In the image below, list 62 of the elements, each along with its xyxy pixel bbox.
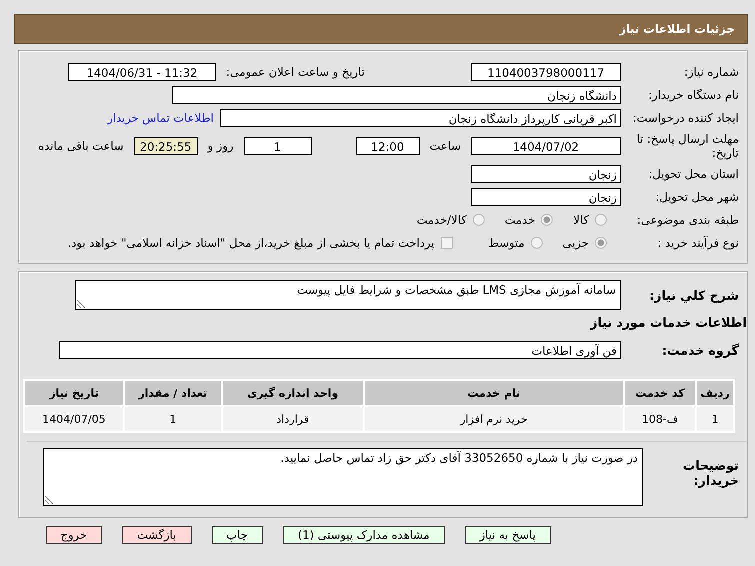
table-cell: خرید نرم افزار bbox=[365, 407, 623, 431]
text-field[interactable]: زنجان bbox=[471, 165, 621, 183]
action-button[interactable]: پاسخ به نیاز bbox=[464, 526, 551, 544]
radio-label: متوسط bbox=[488, 236, 525, 250]
resize-grip-icon bbox=[77, 300, 85, 308]
time-field[interactable]: 12:00 bbox=[356, 137, 420, 155]
text-field[interactable]: فن آوری اطلاعات bbox=[59, 341, 621, 359]
table-cell: 1 bbox=[697, 407, 733, 431]
table-cell: 1404/07/05 bbox=[25, 407, 124, 431]
action-button[interactable]: بازگشت bbox=[122, 526, 192, 544]
field-label: تاریخ و ساعت اعلان عمومی: bbox=[226, 65, 365, 79]
field-label: ساعت bbox=[430, 139, 461, 153]
column-header: تاریخ نیاز bbox=[25, 381, 124, 405]
field-label: گروه خدمت: bbox=[661, 342, 740, 358]
field-label: ایجاد کننده درخواست: bbox=[632, 111, 740, 125]
radio-label: کالا/خدمت bbox=[416, 213, 467, 227]
field-label: مهلت ارسال پاسخ: تا تاریخ: bbox=[636, 132, 740, 160]
section-title: اطلاعات خدمات مورد نیاز bbox=[590, 314, 747, 330]
field-label: روز و bbox=[208, 139, 234, 153]
radio-button[interactable] bbox=[595, 237, 607, 249]
text-field[interactable]: دانشگاه زنجان bbox=[172, 86, 621, 104]
column-header: نام خدمت bbox=[365, 381, 623, 405]
text-field[interactable]: زنجان bbox=[471, 188, 621, 206]
radio-label: جزیی bbox=[562, 236, 589, 250]
field-label: نوع فرآیند خرید : bbox=[656, 236, 740, 250]
column-header: کد خدمت bbox=[624, 381, 696, 405]
date-field[interactable]: 1404/07/02 bbox=[471, 137, 621, 155]
description-box[interactable]: سامانه آموزش مجازی LMS طبق مشخصات و شرایط فایل پیوست bbox=[75, 280, 621, 310]
column-header: تعداد / مقدار bbox=[125, 381, 221, 405]
action-button[interactable]: خروج bbox=[46, 526, 102, 544]
field-label: نام دستگاه خریدار: bbox=[647, 88, 740, 102]
column-header: ردیف bbox=[697, 381, 733, 405]
field-label: شرح کلي نياز: bbox=[648, 288, 740, 302]
radio-button[interactable] bbox=[530, 237, 543, 249]
text-field[interactable]: 1404/06/31 - 11:32 bbox=[68, 63, 216, 81]
action-button[interactable]: مشاهده مدارک پیوستی (1) bbox=[282, 526, 445, 544]
radio-button[interactable] bbox=[472, 214, 485, 226]
table-cell: ف-108 bbox=[624, 407, 696, 431]
action-button[interactable]: چاپ bbox=[212, 526, 263, 544]
field-label: طبقه بندی موضوعی: bbox=[636, 213, 740, 227]
checkbox-label: پرداخت تمام یا بخشی از مبلغ خرید،از محل "اسناد خزانه اسلامی" خواهد بود. bbox=[68, 236, 435, 250]
page-title: جزئیات اطلاعات نیاز bbox=[619, 22, 735, 36]
radio-label: کالا bbox=[573, 213, 589, 227]
text-field[interactable]: اکبر قربانی کارپرداز دانشگاه زنجان bbox=[220, 109, 621, 127]
days-field[interactable]: 1 bbox=[244, 137, 312, 155]
field-label: شهر محل تحویل: bbox=[654, 190, 740, 204]
radio-button[interactable] bbox=[541, 214, 554, 226]
field-label: استان محل تحویل: bbox=[648, 167, 740, 181]
checkbox[interactable] bbox=[440, 237, 453, 249]
field-label: توضیحات خریدار: bbox=[682, 457, 740, 488]
radio-button[interactable] bbox=[595, 214, 607, 226]
contact-link[interactable]: اطلاعات تماس خریدار bbox=[107, 111, 214, 125]
notes-box[interactable]: در صورت نیاز با شماره 33052650 آقای دکتر حق زاد تماس حاصل نمایید. bbox=[43, 448, 643, 506]
resize-grip-icon bbox=[45, 496, 53, 504]
table-cell: قرارداد bbox=[222, 407, 364, 431]
field-label: شماره نیاز: bbox=[683, 65, 740, 79]
table-cell: 1 bbox=[125, 407, 221, 431]
remaining-time-field[interactable]: 20:25:55 bbox=[134, 137, 198, 155]
column-header: واحد اندازه گیری bbox=[222, 381, 364, 405]
field-label: ساعت باقی مانده bbox=[38, 139, 124, 153]
text-field[interactable]: 1104003798000117 bbox=[471, 63, 621, 81]
radio-label: خدمت bbox=[504, 213, 536, 227]
